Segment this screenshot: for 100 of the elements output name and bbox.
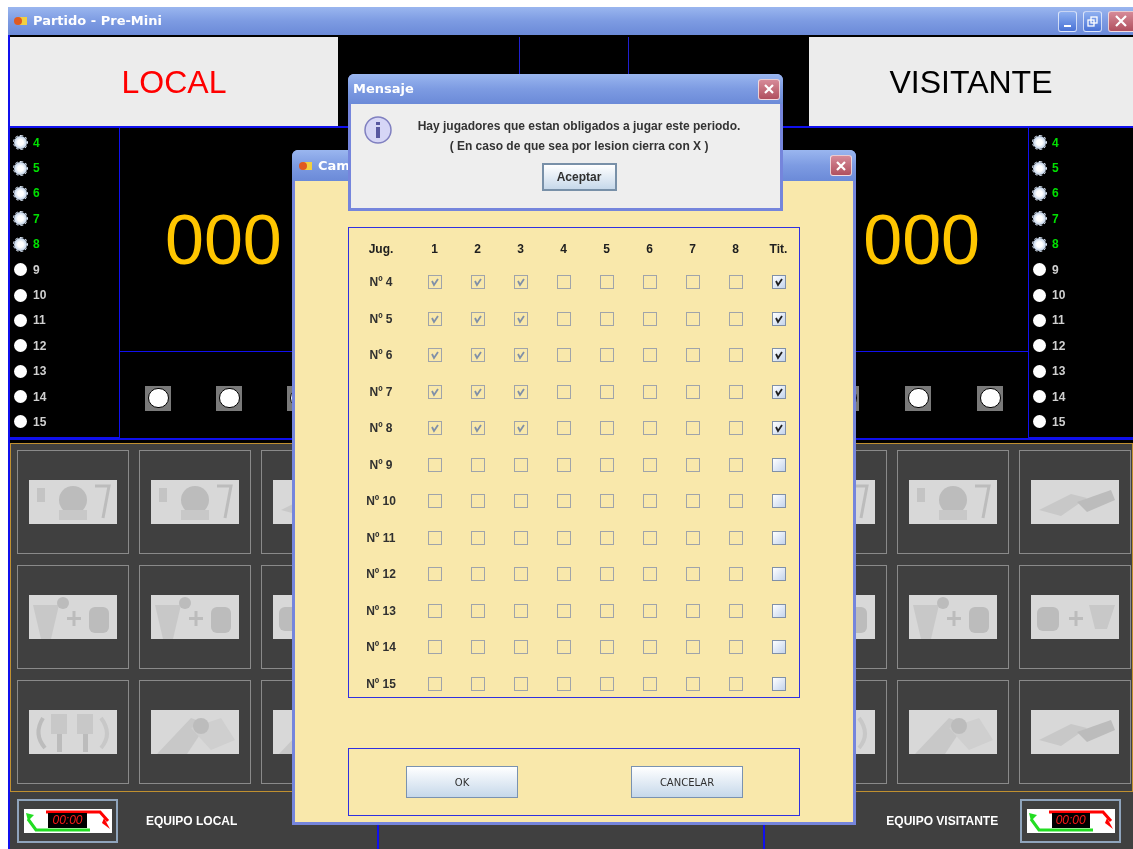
player-number[interactable]: 8	[33, 235, 40, 254]
team-label: EQUIPO VISITANTE	[886, 812, 999, 830]
player-number[interactable]: 6	[1052, 184, 1059, 203]
dialog-title: Mensaje	[353, 80, 414, 99]
checkbox[interactable]	[771, 530, 786, 545]
row-label: Nº 11	[365, 529, 397, 547]
row-label: Nº 5	[368, 310, 394, 328]
column-header: Tit.	[768, 241, 789, 258]
dialog-button[interactable]: CANCELAR	[631, 766, 743, 798]
close-icon	[763, 83, 775, 95]
dialog-button[interactable]: OK	[406, 766, 518, 798]
action-tile[interactable]	[1019, 565, 1131, 669]
close-button[interactable]	[1108, 10, 1133, 32]
action-tile[interactable]	[897, 565, 1009, 669]
team-label: EQUIPO LOCAL	[146, 812, 238, 830]
checkbox[interactable]	[771, 275, 786, 290]
column-header: 1	[430, 241, 439, 258]
player-number[interactable]: 14	[33, 387, 47, 406]
action-tile[interactable]	[897, 450, 1009, 554]
row-label: Nº 14	[365, 639, 397, 657]
checkbox[interactable]	[771, 311, 786, 326]
checkbox[interactable]	[771, 640, 786, 655]
player-number[interactable]: 14	[1052, 387, 1066, 406]
player-number[interactable]: 15	[33, 413, 47, 431]
action-tile[interactable]	[17, 450, 129, 554]
player-number[interactable]: 7	[1052, 209, 1059, 228]
column-header: 7	[688, 241, 697, 258]
player-number[interactable]: 8	[1052, 235, 1059, 254]
action-tile[interactable]	[1019, 680, 1131, 784]
player-number[interactable]: 13	[33, 362, 47, 381]
player-number[interactable]: 10	[1052, 286, 1066, 305]
player-number[interactable]: 11	[33, 311, 46, 330]
player-number[interactable]: 5	[1052, 159, 1059, 178]
row-label: Nº 10	[365, 493, 397, 511]
column-header: 6	[645, 241, 654, 258]
score-display: 000	[863, 204, 980, 275]
player-number[interactable]: 5	[33, 159, 40, 178]
player-number[interactable]: 6	[33, 184, 40, 203]
player-number[interactable]: 12	[1052, 336, 1066, 355]
column-header: 3	[516, 241, 525, 258]
action-tile[interactable]	[139, 565, 251, 669]
swap-clock-button[interactable]: 00:00	[1020, 798, 1122, 843]
action-tile[interactable]	[139, 450, 251, 554]
player-number[interactable]: 7	[33, 209, 40, 228]
action-tile[interactable]	[139, 680, 251, 784]
app-icon	[13, 16, 27, 26]
row-label: Nº 7	[368, 383, 394, 401]
player-number[interactable]: 12	[33, 336, 47, 355]
timeout-toggle[interactable]	[977, 385, 1003, 411]
column-header: 5	[602, 241, 611, 258]
app-icon	[298, 160, 312, 171]
restore-button[interactable]	[1083, 10, 1102, 32]
player-number[interactable]: 9	[1052, 260, 1059, 279]
timeout-toggle[interactable]	[216, 385, 242, 411]
info-icon	[364, 116, 392, 144]
close-icon	[1114, 15, 1128, 27]
dialog-title: Cam	[318, 156, 350, 175]
checkbox[interactable]	[771, 567, 786, 582]
row-label: Nº 12	[365, 566, 397, 584]
message-text: ( En caso de que sea por lesion cierra con X )	[449, 138, 709, 155]
close-button[interactable]	[758, 78, 780, 100]
player-number[interactable]: 10	[33, 286, 47, 305]
accept-button[interactable]: Aceptar	[541, 163, 617, 191]
arrows-icon	[23, 808, 112, 833]
column-header: 8	[731, 241, 740, 258]
arrows-icon	[1026, 808, 1115, 833]
checkbox[interactable]	[771, 494, 786, 509]
restore-icon	[1087, 15, 1098, 27]
column-header: Jug.	[367, 241, 395, 258]
swap-clock-button[interactable]: 00:00	[17, 798, 118, 843]
row-label: Nº 6	[368, 347, 394, 365]
player-number[interactable]: 4	[33, 133, 40, 152]
column-header: 2	[473, 241, 482, 258]
close-button[interactable]	[830, 155, 852, 176]
checkbox[interactable]	[771, 676, 786, 691]
team-name: LOCAL	[121, 62, 227, 102]
clock-display: 00:00	[48, 813, 87, 828]
checkbox[interactable]	[771, 384, 786, 399]
timeout-toggle[interactable]	[145, 385, 171, 411]
checkbox[interactable]	[771, 348, 786, 363]
player-number[interactable]: 15	[1052, 413, 1066, 431]
player-number[interactable]: 4	[1052, 133, 1059, 152]
minimize-button[interactable]	[1058, 10, 1077, 32]
checkbox[interactable]	[771, 457, 786, 472]
score-display: 000	[165, 204, 282, 275]
action-tile[interactable]	[897, 680, 1009, 784]
row-label: Nº 8	[368, 420, 394, 438]
checkbox[interactable]	[771, 421, 786, 436]
checkbox[interactable]	[771, 603, 786, 618]
player-number[interactable]: 13	[1052, 362, 1066, 381]
action-tile[interactable]	[17, 565, 129, 669]
column-header: 4	[559, 241, 568, 258]
timeout-toggle[interactable]	[905, 385, 931, 411]
window-title: Partido - Pre-Mini	[33, 12, 162, 31]
action-tile[interactable]	[17, 680, 129, 784]
close-icon	[835, 159, 847, 172]
action-tile[interactable]	[1019, 450, 1131, 554]
player-number[interactable]: 9	[33, 260, 40, 279]
player-number[interactable]: 11	[1052, 311, 1065, 330]
row-label: Nº 4	[368, 274, 394, 292]
